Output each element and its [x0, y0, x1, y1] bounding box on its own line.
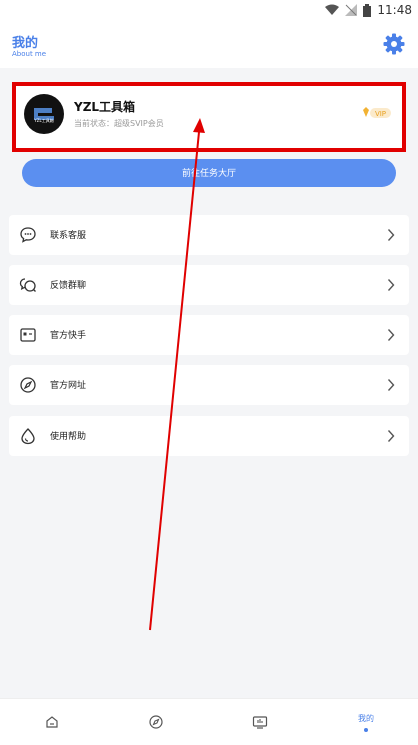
no-signal-icon: [345, 4, 358, 16]
tab-tv[interactable]: [208, 699, 312, 745]
chevron-right-icon: [387, 229, 395, 241]
chevron-right-icon: [387, 430, 395, 442]
tab-profile[interactable]: 我的: [314, 699, 418, 745]
active-tab-indicator: [364, 727, 368, 732]
profile-name: YZL工具箱: [74, 100, 136, 114]
menu-label: 反馈群聊: [50, 281, 87, 291]
status-time: 11:48: [377, 3, 412, 17]
page-title: 我的: [12, 36, 39, 51]
video-icon: [20, 328, 36, 342]
menu-item-usage-help[interactable]: 使用帮助: [9, 416, 409, 456]
menu-label: 官方网址: [50, 381, 87, 391]
menu-label: 联系客服: [50, 231, 87, 241]
battery-icon: [363, 3, 372, 17]
help-drop-icon: [21, 428, 35, 445]
vip-badge-text: VIP: [375, 110, 386, 118]
status-icons: 11:48: [325, 2, 412, 18]
vip-badge-icon: VIP: [363, 107, 391, 118]
profile-card[interactable]: YZL工具箱 YZL工具箱 当前状态：超级SVIP会员 VIP: [12, 82, 406, 152]
avatar: YZL工具箱: [24, 94, 64, 134]
page-header: 我的 About me: [0, 20, 418, 68]
chevron-right-icon: [387, 329, 395, 341]
menu-label: 官方快手: [50, 331, 87, 341]
group-chat-icon: [19, 278, 36, 292]
tab-profile-label: 我的: [358, 713, 374, 723]
home-icon: [46, 716, 58, 728]
menu-item-contact-support[interactable]: 联系客服: [9, 215, 409, 255]
tab-home[interactable]: [0, 699, 104, 745]
compass-icon: [149, 715, 163, 729]
bottom-tab-bar: 我的: [0, 698, 418, 745]
chat-bubble-icon: [20, 227, 36, 243]
chevron-right-icon: [387, 379, 395, 391]
menu-item-feedback-group[interactable]: 反馈群聊: [9, 265, 409, 305]
menu-label: 使用帮助: [50, 432, 87, 442]
task-hall-button[interactable]: 前往任务大厅: [22, 159, 396, 187]
avatar-text: YZL工具箱: [34, 118, 54, 123]
page-subtitle: About me: [12, 50, 47, 58]
tab-discover[interactable]: [104, 699, 208, 745]
profile-status: 当前状态：超级SVIP会员: [74, 119, 164, 128]
status-bar: 11:48: [0, 0, 418, 20]
wifi-icon: [325, 4, 340, 15]
tv-icon: [252, 716, 268, 729]
chevron-right-icon: [387, 279, 395, 291]
menu-item-official-website[interactable]: 官方网址: [9, 365, 409, 405]
compass-icon: [20, 377, 36, 393]
gear-icon[interactable]: [382, 32, 406, 56]
menu-item-official-kuaishou[interactable]: 官方快手: [9, 315, 409, 355]
